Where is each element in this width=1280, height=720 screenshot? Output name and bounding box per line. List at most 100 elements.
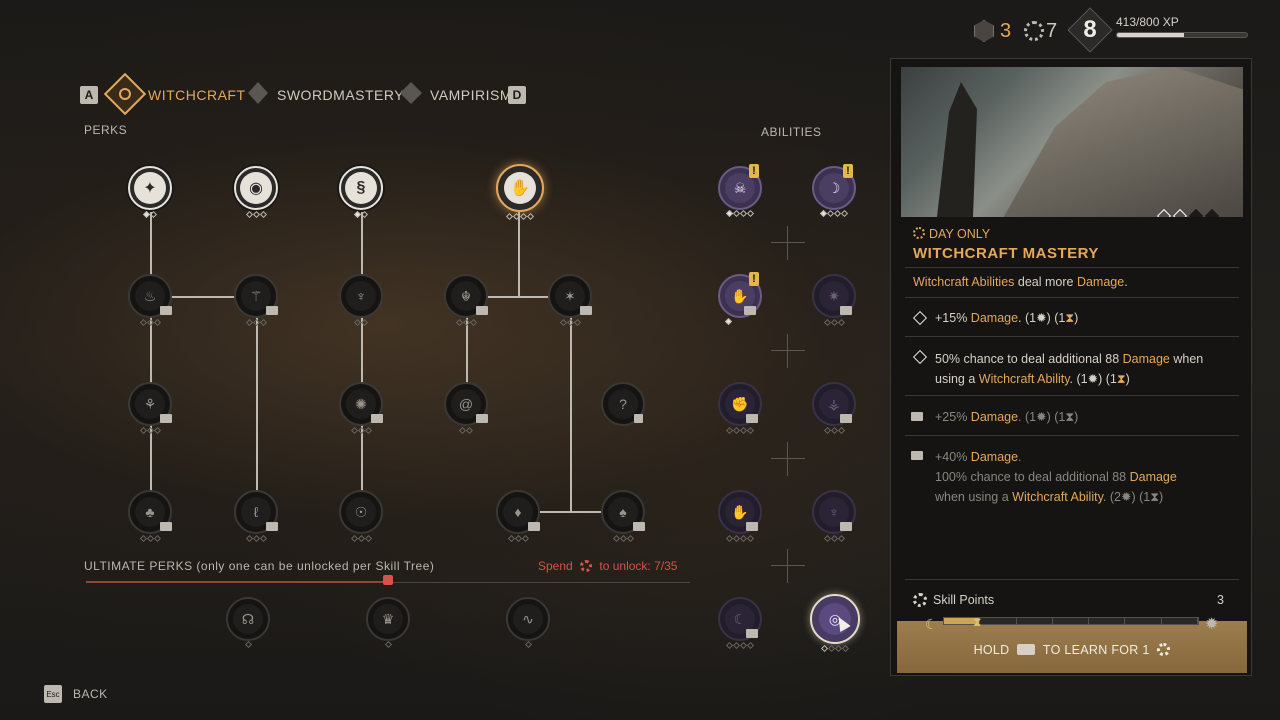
back-button[interactable]: Esc BACK	[44, 685, 124, 703]
whirl-icon: ☉	[346, 497, 376, 527]
book-icon	[840, 414, 852, 423]
prev-tab-key[interactable]: A	[80, 86, 98, 104]
divider	[905, 336, 1239, 337]
tab-vampirism[interactable]: VAMPIRISM	[396, 80, 512, 108]
ability-rank-pips	[812, 534, 856, 543]
perks-label: PERKS	[84, 123, 128, 137]
tree-line	[570, 296, 572, 512]
skill-point-icon	[580, 560, 593, 572]
perk-node[interactable]: ☉	[339, 490, 383, 534]
sword-emblem-icon	[248, 82, 268, 104]
learn-label: TO LEARN FOR 1	[1042, 643, 1150, 657]
dagger-icon: ✦	[134, 172, 166, 204]
book-icon	[160, 306, 172, 315]
skill-point-icon: ✹	[1036, 410, 1047, 424]
tab-witchcraft[interactable]: WITCHCRAFT	[103, 72, 245, 116]
ability-rank-pips	[718, 317, 738, 326]
alert-icon: !	[749, 164, 759, 178]
time-restriction: DAY ONLY	[929, 227, 991, 241]
sun-icon	[913, 227, 925, 239]
summary-text: deal more	[1014, 275, 1077, 289]
spend-prefix: Spend	[538, 559, 573, 573]
skill-point-icon: ✹	[1120, 490, 1132, 504]
hand-icon: ✋	[504, 172, 536, 204]
ultimate-perk-node[interactable]: ∿	[506, 597, 550, 641]
ability-preview-image	[901, 67, 1243, 217]
next-tab-key[interactable]: D	[508, 86, 526, 104]
ultimate-perk-node[interactable]: ♛	[366, 597, 410, 641]
skill-point-icon: ✹	[1036, 311, 1047, 325]
perk-rank-pips	[339, 318, 383, 327]
divider	[905, 579, 1239, 580]
learn-button[interactable]: ☾ ⧗ ✹ HOLD TO LEARN FOR 1	[897, 615, 1247, 673]
abilities-label: ABILITIES	[761, 125, 822, 139]
ability-rank-pips	[718, 641, 762, 650]
detail-panel: DAY ONLY WITCHCRAFT MASTERY Witchcraft A…	[890, 58, 1252, 676]
skill-point-icon	[1157, 643, 1171, 656]
summary-end: .	[1124, 275, 1128, 289]
perk-rank-pips	[366, 640, 410, 649]
summary-damage: Damage	[1076, 275, 1125, 289]
skill-point-icon: ✹	[1087, 372, 1099, 386]
spend-requirement: Spend to unlock: 7/35	[538, 559, 677, 573]
perk-node[interactable]: ♆	[339, 274, 383, 318]
book-icon	[160, 522, 172, 531]
sigil-icon: ☊	[233, 604, 263, 634]
book-icon	[840, 522, 852, 531]
image-page-dots[interactable]	[1156, 208, 1220, 217]
summary-ability: Witchcraft Abilities	[913, 275, 1015, 289]
book-icon	[746, 629, 758, 638]
tab-label: VAMPIRISM	[430, 87, 513, 103]
hold-to-learn: HOLD TO LEARN FOR 1	[897, 643, 1247, 657]
tab-label: SWORDMASTERY	[277, 87, 405, 103]
tree-line	[361, 212, 363, 512]
ability-rank-pips	[812, 426, 856, 435]
esc-key: Esc	[44, 685, 62, 703]
shard-count: 3	[1000, 20, 1012, 42]
eye-icon: ◉	[240, 172, 272, 204]
perk-rank-pips	[226, 640, 270, 649]
book-icon	[911, 412, 923, 421]
perk-rank-pips	[128, 534, 172, 543]
book-icon	[476, 414, 488, 423]
perk-rank-pips	[339, 210, 383, 219]
tier-diamond-icon	[912, 349, 928, 365]
perk-node[interactable]: ◉	[234, 166, 278, 210]
divider	[905, 297, 1239, 298]
perk-rank-pips	[506, 640, 550, 649]
tab-label: WITCHCRAFT	[148, 87, 246, 103]
perk-node[interactable]: §	[339, 166, 383, 210]
sun-icon: ✹	[1205, 616, 1219, 633]
ability-rank-pips	[812, 209, 856, 218]
ability-summary: Witchcraft Abilities deal more Damage.	[913, 275, 1128, 289]
hourglass-icon: ⧗	[1065, 311, 1075, 325]
book-icon	[266, 522, 278, 531]
spend-suffix: to unlock: 7/35	[599, 559, 678, 573]
connector-cross	[771, 549, 805, 583]
perk-node-selected[interactable]: ✋	[496, 164, 544, 212]
skill-points-label: Skill Points	[933, 593, 995, 607]
perk-rank-pips	[548, 318, 592, 327]
tab-swordmastery[interactable]: SWORDMASTERY	[244, 80, 404, 108]
perk-node[interactable]: ✦	[128, 166, 172, 210]
ability-title: WITCHCRAFT MASTERY	[913, 245, 1099, 262]
shard-icon	[974, 20, 994, 42]
ultimate-progress	[86, 581, 388, 583]
perk-rank-pips	[444, 426, 488, 435]
book-icon	[633, 522, 645, 531]
perk-rank-pips	[601, 534, 645, 543]
skill-point-count: 7	[1046, 20, 1058, 42]
perk-rank-pips	[496, 534, 540, 543]
perk-rank-pips	[339, 534, 383, 543]
xp-bar-fill	[1117, 33, 1185, 37]
lock-icon	[383, 575, 393, 585]
hourglass-icon: ⧗	[1116, 372, 1126, 386]
figure-icon: ♆	[346, 281, 376, 311]
connector-cross	[771, 442, 805, 476]
ability-rank-pips	[810, 644, 860, 653]
skill-points-value: 3	[1217, 593, 1224, 607]
book-icon	[266, 306, 278, 315]
perk-rank-pips	[128, 426, 172, 435]
ultimate-perk-node[interactable]: ☊	[226, 597, 270, 641]
book-icon	[528, 522, 540, 531]
